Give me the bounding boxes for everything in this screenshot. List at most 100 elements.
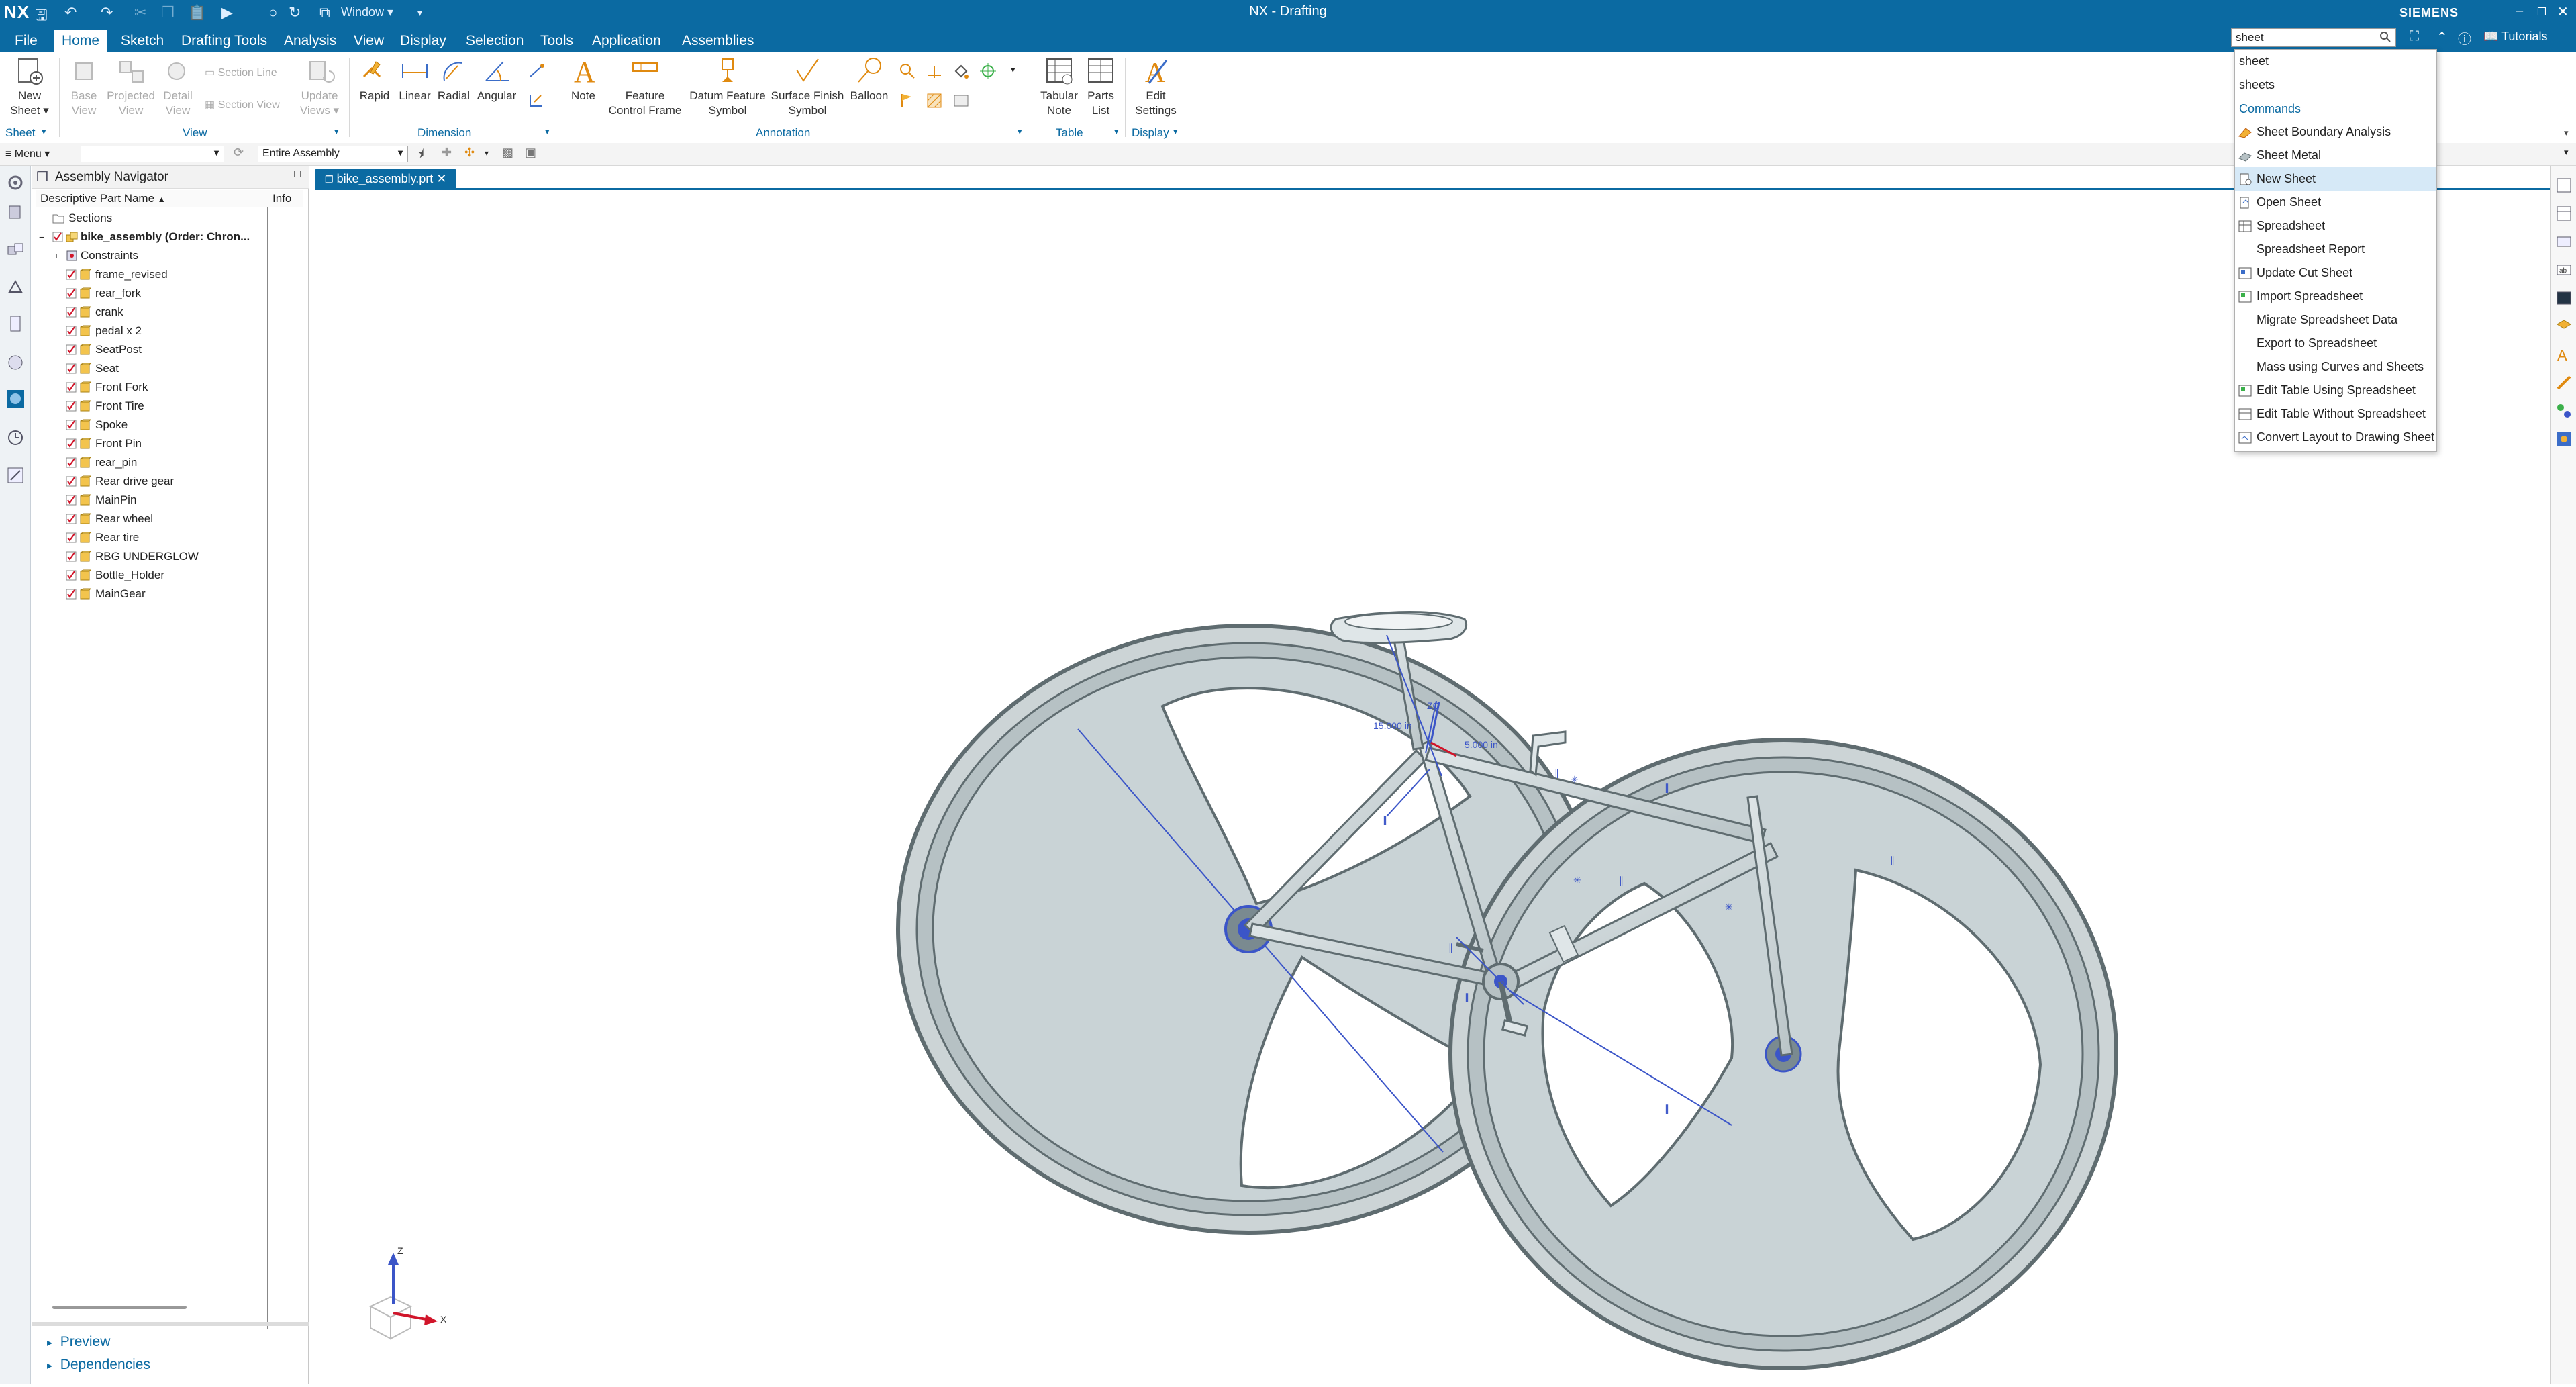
selection-scope-select[interactable]: Entire Assembly ▼ xyxy=(258,146,408,162)
checkbox-checked-icon[interactable] xyxy=(66,363,77,374)
hd3d-tools-icon[interactable] xyxy=(5,314,26,334)
checkbox-checked-icon[interactable] xyxy=(66,344,77,355)
part-navigator-icon[interactable] xyxy=(5,202,26,222)
command-new-sheet[interactable]: New Sheet xyxy=(2235,167,2436,191)
panel-restore-icon[interactable]: □ xyxy=(294,169,301,181)
search-icon[interactable] xyxy=(2379,31,2391,43)
target-point-icon[interactable] xyxy=(925,62,944,81)
feature-control-frame-button[interactable]: Feature Control Frame xyxy=(605,56,685,118)
tab-selection[interactable]: Selection xyxy=(458,30,532,52)
checkbox-checked-icon[interactable] xyxy=(66,495,77,506)
view-manager-icon[interactable] xyxy=(2555,233,2573,250)
palette-icon[interactable] xyxy=(5,389,26,409)
panel-splitter[interactable] xyxy=(32,1322,309,1326)
command-edit-table-without-spreadsheet[interactable]: Edit Table Without Spreadsheet xyxy=(2235,402,2436,426)
fullscreen-icon[interactable]: ⛶ xyxy=(2410,29,2419,44)
edit-settings-button[interactable]: A Edit Settings xyxy=(1132,56,1180,118)
view-group-more-icon[interactable]: ▾ xyxy=(334,126,339,137)
horizontal-scrollbar[interactable] xyxy=(52,1306,187,1309)
datum-feature-symbol-button[interactable]: Datum Feature Symbol xyxy=(685,56,771,118)
help-icon[interactable]: ⓘ xyxy=(2458,28,2471,48)
tree-row-part[interactable]: Rear wheel xyxy=(36,510,299,528)
display-group-more-icon[interactable]: ▾ xyxy=(1173,126,1178,137)
ribbon-collapse-icon[interactable]: ⌃ xyxy=(2436,29,2448,46)
checkbox-checked-icon[interactable] xyxy=(66,420,77,430)
image-icon[interactable] xyxy=(952,91,971,110)
tab-application[interactable]: Application xyxy=(584,30,669,52)
chamfer-dimension-icon[interactable] xyxy=(528,91,546,110)
tree-row-part[interactable]: Front Tire xyxy=(36,397,299,416)
tab-assemblies[interactable]: Assemblies xyxy=(674,30,762,52)
tab-analysis[interactable]: Analysis xyxy=(276,30,344,52)
web-browser-icon[interactable] xyxy=(5,352,26,373)
ribbon-options-icon[interactable]: ▾ xyxy=(2564,128,2569,138)
parts-list-button[interactable]: Parts List xyxy=(1082,56,1120,118)
tree-row-part[interactable]: MainPin xyxy=(36,491,299,510)
part-select-icon[interactable]: ▩ xyxy=(502,146,513,160)
command-spreadsheet-report[interactable]: Spreadsheet Report xyxy=(2235,238,2436,261)
history-icon[interactable] xyxy=(5,428,26,448)
paint-icon[interactable] xyxy=(952,62,971,81)
selection-bar-more-icon[interactable]: ▾ xyxy=(2564,147,2569,158)
text-note-icon[interactable]: ab xyxy=(2555,261,2573,279)
layer-icon[interactable] xyxy=(2555,318,2573,335)
tree-row-part[interactable]: RBG UNDERGLOW xyxy=(36,547,299,566)
image-icon[interactable] xyxy=(2555,289,2573,307)
dependencies-section[interactable]: ▸ Dependencies xyxy=(47,1357,150,1373)
checkbox-checked-icon[interactable] xyxy=(66,551,77,562)
command-import-spreadsheet[interactable]: Import Spreadsheet xyxy=(2235,285,2436,308)
bike-model[interactable]: ∥ ∥ ✳ ∥ ∥ ✳ ✳ ∥ ∥ ∥ ∥ ZC 15.000 in 5.000… xyxy=(315,192,2550,1384)
tab-home[interactable]: Home xyxy=(54,30,108,52)
tree-row-part[interactable]: Bottle_Holder xyxy=(36,566,299,585)
tree-row-part[interactable]: frame_revised xyxy=(36,265,299,284)
checkbox-checked-icon[interactable] xyxy=(66,288,77,299)
roles-icon[interactable] xyxy=(5,465,26,485)
expand-icon[interactable]: + xyxy=(54,246,59,265)
tree-row-part[interactable]: Spoke xyxy=(36,416,299,434)
tab-drafting-tools[interactable]: Drafting Tools xyxy=(173,30,275,52)
close-icon[interactable]: ✕ xyxy=(2557,3,2569,20)
command-sheet-boundary-analysis[interactable]: Sheet Boundary Analysis xyxy=(2235,120,2436,144)
dimension-group-more-icon[interactable]: ▾ xyxy=(545,126,550,137)
command-update-cut-sheet[interactable]: Update Cut Sheet xyxy=(2235,261,2436,285)
tabular-note-button[interactable]: Tabular Note xyxy=(1038,56,1081,118)
checkbox-checked-icon[interactable] xyxy=(52,232,63,242)
type-filter-select[interactable]: ▼ xyxy=(81,146,224,162)
surface-finish-symbol-button[interactable]: Surface Finish Symbol xyxy=(771,56,844,118)
checkbox-checked-icon[interactable] xyxy=(66,269,77,280)
command-mass-using-curves-and-sheets[interactable]: Mass using Curves and Sheets xyxy=(2235,355,2436,379)
selection-option-icon[interactable]: ⯨ xyxy=(417,146,424,166)
tree-row-part[interactable]: Front Pin xyxy=(36,434,299,453)
center-mark-more-icon[interactable]: ▾ xyxy=(1011,64,1015,75)
seat[interactable] xyxy=(1330,611,1467,644)
palette-icon[interactable] xyxy=(2555,430,2573,448)
command-open-sheet[interactable]: Open Sheet xyxy=(2235,191,2436,214)
tree-row-part[interactable]: pedal x 2 xyxy=(36,322,299,340)
menu-button[interactable]: ≡ Menu ▾ xyxy=(5,147,50,160)
reuse-library-icon[interactable] xyxy=(5,277,26,297)
minimize-icon[interactable]: – xyxy=(2516,3,2523,19)
radial-dimension-button[interactable]: Radial xyxy=(434,56,474,103)
preview-section[interactable]: ▸ Preview xyxy=(47,1334,110,1350)
tree-row-part[interactable]: Rear tire xyxy=(36,528,299,547)
col-descriptive-part-name[interactable]: Descriptive Part Name ▲ xyxy=(40,192,166,205)
dimension-extra-icon[interactable] xyxy=(528,62,546,81)
annotation-group-more-icon[interactable]: ▾ xyxy=(1018,126,1022,137)
command-migrate-spreadsheet-data[interactable]: Migrate Spreadsheet Data xyxy=(2235,308,2436,332)
checkbox-checked-icon[interactable] xyxy=(66,570,77,581)
restore-icon[interactable]: ❐ xyxy=(2537,5,2546,19)
display-sheet-icon[interactable] xyxy=(2555,177,2573,194)
weld-symbol-icon[interactable] xyxy=(898,62,917,81)
suggestion-item[interactable]: sheet xyxy=(2235,50,2436,73)
command-convert-layout-to-drawing-sheet[interactable]: Convert Layout to Drawing Sheet xyxy=(2235,426,2436,449)
command-spreadsheet[interactable]: Spreadsheet xyxy=(2235,214,2436,238)
filter-reset-icon[interactable]: ⟳ xyxy=(234,146,244,160)
checkbox-checked-icon[interactable] xyxy=(66,438,77,449)
sheet-group-more-icon[interactable]: ▾ xyxy=(42,126,46,137)
point-more-icon[interactable]: ▾ xyxy=(485,148,489,158)
checkbox-checked-icon[interactable] xyxy=(66,307,77,318)
relations-icon[interactable] xyxy=(2555,402,2573,420)
tree-row-part[interactable]: SeatPost xyxy=(36,340,299,359)
close-tab-icon[interactable]: ✕ xyxy=(436,172,446,185)
tree-row-part[interactable]: rear_fork xyxy=(36,284,299,303)
